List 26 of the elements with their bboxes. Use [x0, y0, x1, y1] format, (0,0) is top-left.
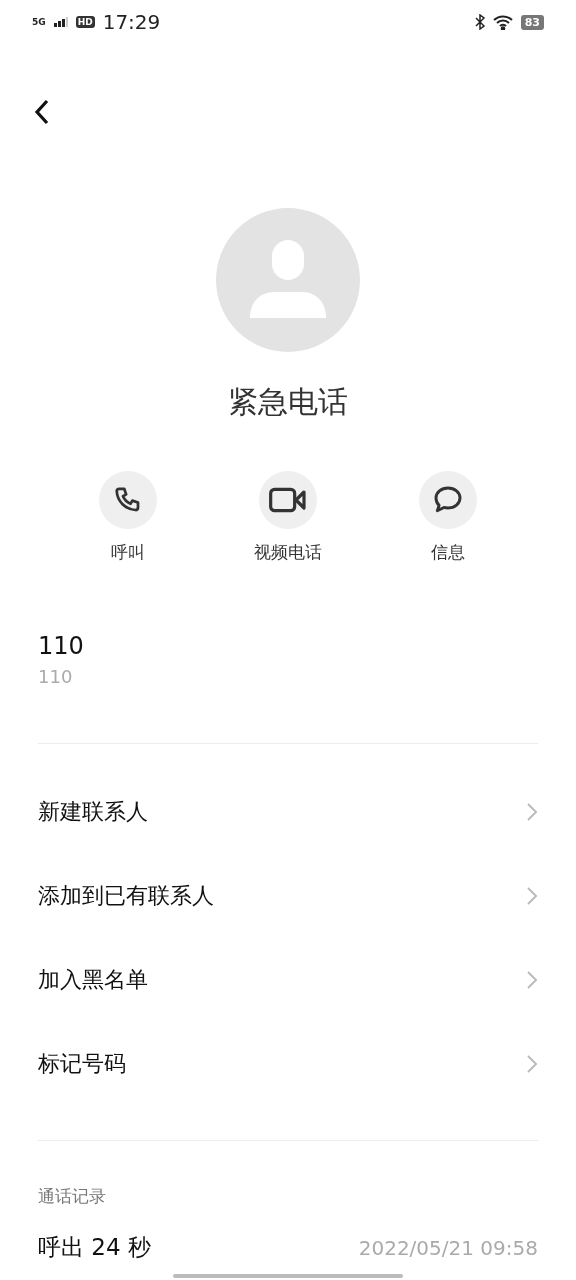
chevron-right-icon [526, 970, 538, 990]
call-description: 呼出 24 秒 [38, 1233, 151, 1262]
wifi-icon [492, 14, 513, 30]
hd-badge: HD [75, 16, 95, 28]
message-action-button[interactable]: 信息 [390, 471, 506, 564]
chevron-right-icon [526, 1054, 538, 1074]
bluetooth-icon [474, 14, 485, 30]
signal-icon [53, 17, 68, 27]
chevron-right-icon [526, 886, 538, 906]
menu-item[interactable]: 加入黑名单 [0, 938, 576, 1022]
call-time: 2022/05/21 09:58 [358, 1235, 538, 1260]
contact-name: 紧急电话 [227, 383, 349, 421]
menu-item[interactable]: 标记号码 [0, 1022, 576, 1106]
video-camera-icon [268, 486, 308, 514]
chevron-right-icon [526, 802, 538, 822]
video-action-button[interactable]: 视频电话 [230, 471, 346, 564]
menu-item[interactable]: 新建联系人 [0, 770, 576, 854]
phone-number: 110 [38, 632, 85, 660]
person-silhouette-icon [248, 240, 328, 320]
section-title: 通话记录 [38, 1185, 107, 1208]
clock-time: 17:29 [102, 10, 161, 34]
battery-level: 83 [520, 14, 544, 30]
menu-item[interactable]: 添加到已有联系人 [0, 854, 576, 938]
call-action-button[interactable]: 呼叫 [70, 471, 186, 564]
number-subtitle: 110 [38, 666, 74, 687]
network-type: 5G [32, 17, 46, 27]
